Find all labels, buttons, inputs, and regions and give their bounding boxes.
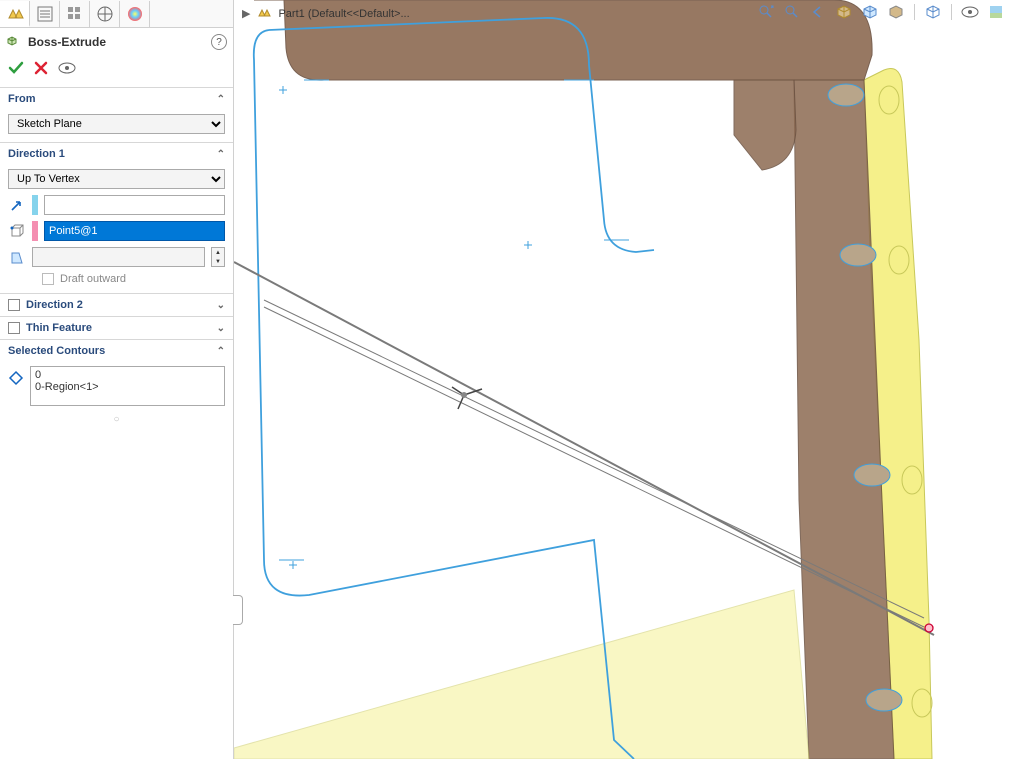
property-manager-tab[interactable] (30, 1, 60, 27)
collapse-icon: ⌃ (217, 94, 225, 105)
thin-feature-label: Thin Feature (26, 322, 92, 334)
contour-item[interactable]: 0 (35, 369, 220, 381)
draft-angle-field[interactable] (32, 247, 205, 267)
selected-contours-label: Selected Contours (8, 345, 105, 357)
graphics-viewport[interactable]: ▶ Part1 (Default<<Default>... (234, 0, 1014, 759)
apply-scene-button[interactable] (986, 2, 1006, 22)
collapse-icon: ⌃ (217, 346, 225, 357)
contour-icon (8, 370, 24, 389)
confirm-row (0, 56, 233, 88)
direction1-header[interactable]: Direction 1 ⌃ (0, 143, 233, 165)
split-handle[interactable]: ○ (0, 414, 233, 426)
expand-icon: ⌄ (217, 300, 225, 311)
direction2-header[interactable]: Direction 2 ⌄ (0, 294, 233, 316)
hide-show-button[interactable] (923, 2, 943, 22)
expand-icon: ⌄ (217, 323, 225, 334)
reverse-direction-button[interactable] (8, 196, 26, 214)
draft-outward-row: Draft outward (42, 273, 225, 285)
config-icon (66, 5, 84, 23)
zoom-fit-button[interactable] (756, 2, 776, 22)
direction2-label: Direction 2 (26, 299, 83, 311)
feature-tree-icon (6, 4, 24, 22)
display-style-button[interactable] (886, 2, 906, 22)
contour-item[interactable]: 0-Region<1> (35, 381, 220, 393)
selected-contours-header[interactable]: Selected Contours ⌃ (0, 340, 233, 362)
spinner-up[interactable]: ▲ (212, 248, 224, 257)
ok-button[interactable] (8, 60, 24, 79)
direction2-checkbox[interactable] (8, 299, 20, 311)
end-condition-dropdown[interactable]: Up To Vertex (8, 169, 225, 189)
direction-swatch (32, 195, 38, 215)
edit-appearance-button[interactable] (960, 2, 980, 22)
direction-field[interactable] (44, 195, 225, 215)
direction2-section: Direction 2 ⌄ (0, 294, 233, 317)
toolbar-separator (914, 4, 915, 20)
vertex-icon (8, 222, 26, 240)
thin-feature-checkbox[interactable] (8, 322, 20, 334)
display-icon (126, 5, 144, 23)
collapse-icon: ⌃ (217, 149, 225, 160)
vertex-field[interactable] (44, 221, 225, 241)
breadcrumb-expand-icon[interactable]: ▶ (242, 7, 250, 20)
flyout-splitter[interactable] (233, 595, 243, 625)
cancel-button[interactable] (34, 61, 48, 78)
from-label: From (8, 93, 36, 105)
preview-button[interactable] (58, 62, 76, 77)
previous-view-button[interactable] (808, 2, 828, 22)
view-orientation-button[interactable] (860, 2, 880, 22)
draft-spinner[interactable]: ▲ ▼ (211, 247, 225, 267)
direction1-label: Direction 1 (8, 148, 65, 160)
spinner-down[interactable]: ▼ (212, 257, 224, 266)
configuration-manager-tab[interactable] (60, 1, 90, 27)
vertex-swatch (32, 221, 38, 241)
toolbar-separator (951, 4, 952, 20)
from-header[interactable]: From ⌃ (0, 88, 233, 110)
from-dropdown[interactable]: Sketch Plane (8, 114, 225, 134)
draft-icon (8, 248, 26, 266)
breadcrumb-bar: ▶ Part1 (Default<<Default>... (242, 4, 410, 23)
panel-tab-strip (0, 0, 233, 28)
section-view-button[interactable] (834, 2, 854, 22)
direction1-section: Direction 1 ⌃ Up To Vertex (0, 143, 233, 294)
draft-outward-checkbox[interactable] (42, 273, 54, 285)
dimxpert-icon (96, 5, 114, 23)
model-render (234, 0, 1014, 759)
draft-outward-label: Draft outward (60, 273, 126, 285)
property-icon (36, 5, 54, 23)
boss-extrude-icon (6, 33, 22, 52)
selected-contours-list[interactable]: 0 0-Region<1> (30, 366, 225, 406)
feature-manager-tab[interactable] (0, 1, 30, 27)
selected-contours-section: Selected Contours ⌃ 0 0-Region<1> ○ (0, 340, 233, 426)
heads-up-toolbar (756, 2, 1006, 22)
zoom-area-button[interactable] (782, 2, 802, 22)
property-manager-panel: Boss-Extrude ? From ⌃ Sketch Plane Direc… (0, 0, 234, 759)
help-button[interactable]: ? (211, 34, 227, 50)
from-section: From ⌃ Sketch Plane (0, 88, 233, 143)
selected-vertex[interactable] (925, 624, 933, 632)
part-icon (256, 4, 272, 23)
display-manager-tab[interactable] (120, 1, 150, 27)
breadcrumb-label[interactable]: Part1 (Default<<Default>... (278, 8, 409, 20)
thin-feature-header[interactable]: Thin Feature ⌄ (0, 317, 233, 339)
feature-title: Boss-Extrude (28, 35, 211, 49)
thin-feature-section: Thin Feature ⌄ (0, 317, 233, 340)
dimxpert-manager-tab[interactable] (90, 1, 120, 27)
panel-header: Boss-Extrude ? (0, 28, 233, 56)
